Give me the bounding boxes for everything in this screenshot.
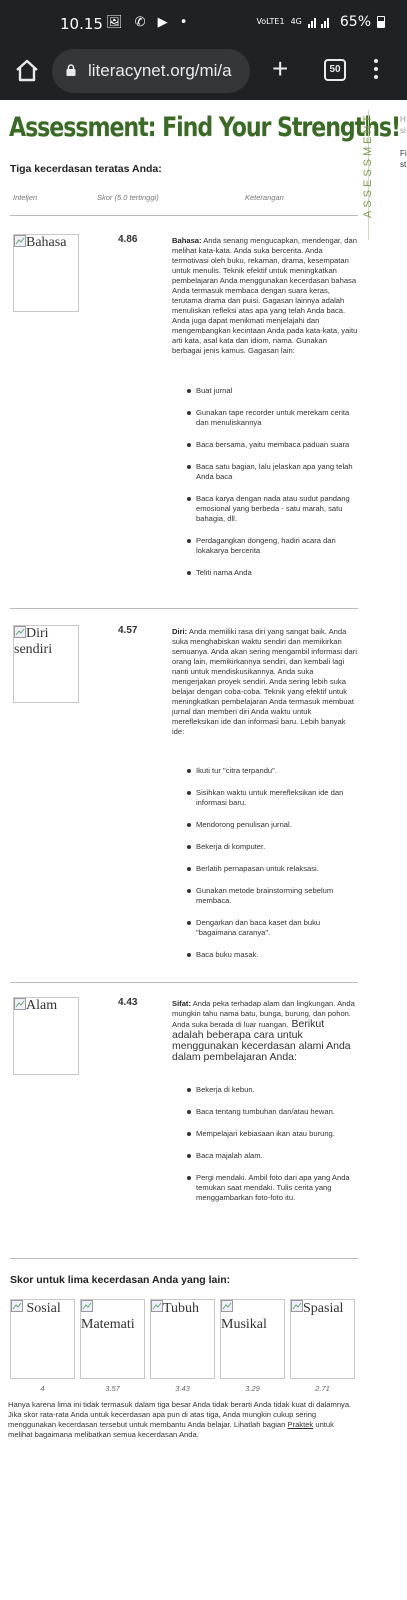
list-item: Baca satu bagian, lalu jelaskan apa yang… bbox=[187, 462, 356, 482]
list-item: Baca karya dengan nada atau sudut pandan… bbox=[187, 494, 356, 524]
system-indicators: VoLTE1 4G 65% bbox=[256, 14, 385, 30]
other-intelligences-row: Sosial Matemati Tubuh Musikal Spasial bbox=[10, 1299, 355, 1379]
new-tab-icon[interactable]: + bbox=[272, 54, 288, 84]
intelligence-description: Diri: Anda memiliki rasa diri yang sanga… bbox=[172, 627, 357, 736]
intelligence-image-tubuh: Tubuh bbox=[150, 1299, 215, 1379]
list-item: Bekerja di kebun. bbox=[187, 1085, 356, 1095]
status-bar: 10.15 🖼 ✆ ▶ • VoLTE1 4G 65% bbox=[0, 0, 407, 44]
tips-list: Ikuti tur "citra terpandu". Sisihkan wak… bbox=[187, 766, 356, 972]
list-item: Gunakan tape recorder untuk merekam ceri… bbox=[187, 408, 356, 428]
list-item: Mendorong penulisan jurnal. bbox=[187, 820, 356, 830]
intelligence-description: Bahasa: Anda senang mengucapkan, mendeng… bbox=[172, 236, 358, 355]
top-three-heading: Tiga kecerdasan teratas Anda: bbox=[10, 163, 162, 175]
signal-icon bbox=[307, 18, 329, 28]
battery-percent: 65% bbox=[339, 14, 371, 30]
column-header-intel: Inteljen bbox=[13, 193, 38, 202]
list-item: Pergi mendaki. Ambil foto dari apa yang … bbox=[187, 1173, 356, 1203]
sidebar-peek-text: Fi st bbox=[400, 149, 407, 169]
home-icon[interactable] bbox=[14, 58, 40, 84]
broken-image-icon bbox=[14, 998, 26, 1010]
divider bbox=[10, 1258, 358, 1259]
browser-toolbar: literacynet.org/mi/a + 50 bbox=[0, 44, 407, 100]
score-value: 2.71 bbox=[315, 1384, 330, 1393]
intelligence-image-bahasa: Bahasa bbox=[13, 234, 79, 312]
clock: 10.15 bbox=[60, 15, 103, 33]
page-title: Assessment: Find Your Strengths! bbox=[9, 112, 401, 143]
intelligence-description: Sifat: Anda peka terhadap alam dan lingk… bbox=[172, 999, 355, 1063]
score-value: 4 bbox=[40, 1384, 45, 1393]
page-content: Assessment: Find Your Strengths! ASSESSM… bbox=[0, 100, 407, 1600]
list-item: Baca tentang tumbuhan dan/atau hewan. bbox=[187, 1107, 356, 1117]
score-value: 3.57 bbox=[105, 1384, 120, 1393]
broken-image-icon bbox=[14, 235, 26, 247]
score-value: 4.43 bbox=[118, 997, 138, 1008]
list-item: Sisihkan waktu untuk merefleksikan ide d… bbox=[187, 788, 356, 808]
list-item: Baca buku masak. bbox=[187, 950, 356, 960]
broken-image-icon bbox=[151, 1300, 163, 1312]
intelligence-image-matematika: Matemati bbox=[80, 1299, 145, 1379]
practice-link[interactable]: Praktek bbox=[287, 1420, 313, 1429]
score-value: 4.86 bbox=[118, 234, 138, 245]
score-value: 3.29 bbox=[245, 1384, 260, 1393]
tab-switcher-button[interactable]: 50 bbox=[324, 59, 346, 81]
broken-image-icon bbox=[11, 1300, 23, 1312]
sidebar-section-label: ASSESSMENT bbox=[362, 112, 374, 218]
broken-image-icon bbox=[221, 1300, 233, 1312]
more-menu-icon[interactable] bbox=[372, 57, 380, 83]
other-scores-row: 4 3.57 3.43 3.29 2.71 bbox=[10, 1384, 355, 1393]
lock-icon bbox=[66, 64, 76, 76]
list-item: Gunakan metode brainstorming sebelum mem… bbox=[187, 886, 356, 906]
broken-image-icon bbox=[81, 1300, 93, 1312]
footer-note: Hanya karena lima ini tidak termasuk dal… bbox=[8, 1400, 352, 1439]
tips-list: Bekerja di kebun. Baca tentang tumbuhan … bbox=[187, 1085, 356, 1215]
list-item: Baca bersama, yaitu membaca paduan suara bbox=[187, 440, 356, 450]
intelligence-image-sosial: Sosial bbox=[10, 1299, 75, 1379]
list-item: Teliti nama Anda bbox=[187, 568, 356, 578]
list-item: Buat jurnal bbox=[187, 386, 356, 396]
sidebar-peek-text: Hsi bbox=[400, 115, 406, 135]
intelligence-image-alam: Alam bbox=[13, 997, 79, 1075]
score-value: 3.43 bbox=[175, 1384, 190, 1393]
divider bbox=[10, 215, 358, 216]
divider bbox=[10, 982, 358, 983]
list-item: Perdagangkan dongeng, hadiri acara dan l… bbox=[187, 536, 356, 556]
column-header-description: Keterangan bbox=[245, 193, 284, 202]
broken-image-icon bbox=[14, 626, 26, 638]
column-header-score: Skor (5.0 tertinggi) bbox=[97, 193, 159, 202]
list-item: Dengarkan dan baca kaset dan buku "bagai… bbox=[187, 918, 356, 938]
tips-list: Buat jurnal Gunakan tape recorder untuk … bbox=[187, 386, 356, 590]
list-item: Ikuti tur "citra terpandu". bbox=[187, 766, 356, 776]
battery-icon bbox=[377, 16, 385, 28]
volte-label: VoLTE1 bbox=[256, 17, 285, 26]
intelligence-image-musikal: Musikal bbox=[220, 1299, 285, 1379]
intelligence-image-diri: Diri sendiri bbox=[13, 625, 79, 703]
other-scores-heading: Skor untuk lima kecerdasan Anda yang lai… bbox=[10, 1274, 231, 1286]
list-item: Bekerja di komputer. bbox=[187, 842, 356, 852]
intelligence-image-spasial: Spasial bbox=[290, 1299, 355, 1379]
divider bbox=[10, 608, 358, 609]
score-value: 4.57 bbox=[118, 625, 138, 636]
broken-image-icon bbox=[291, 1300, 303, 1312]
list-item: Baca majalah alam. bbox=[187, 1151, 356, 1161]
url-text[interactable]: literacynet.org/mi/a bbox=[88, 61, 246, 81]
address-bar[interactable]: literacynet.org/mi/a bbox=[52, 49, 250, 93]
list-item: Mempelajari kebiasaan ikan atau burung. bbox=[187, 1129, 356, 1139]
list-item: Berlatih pernapasan untuk relaksasi. bbox=[187, 864, 356, 874]
notification-icons: 🖼 ✆ ▶ • bbox=[106, 15, 192, 30]
network-type: 4G bbox=[290, 17, 302, 26]
